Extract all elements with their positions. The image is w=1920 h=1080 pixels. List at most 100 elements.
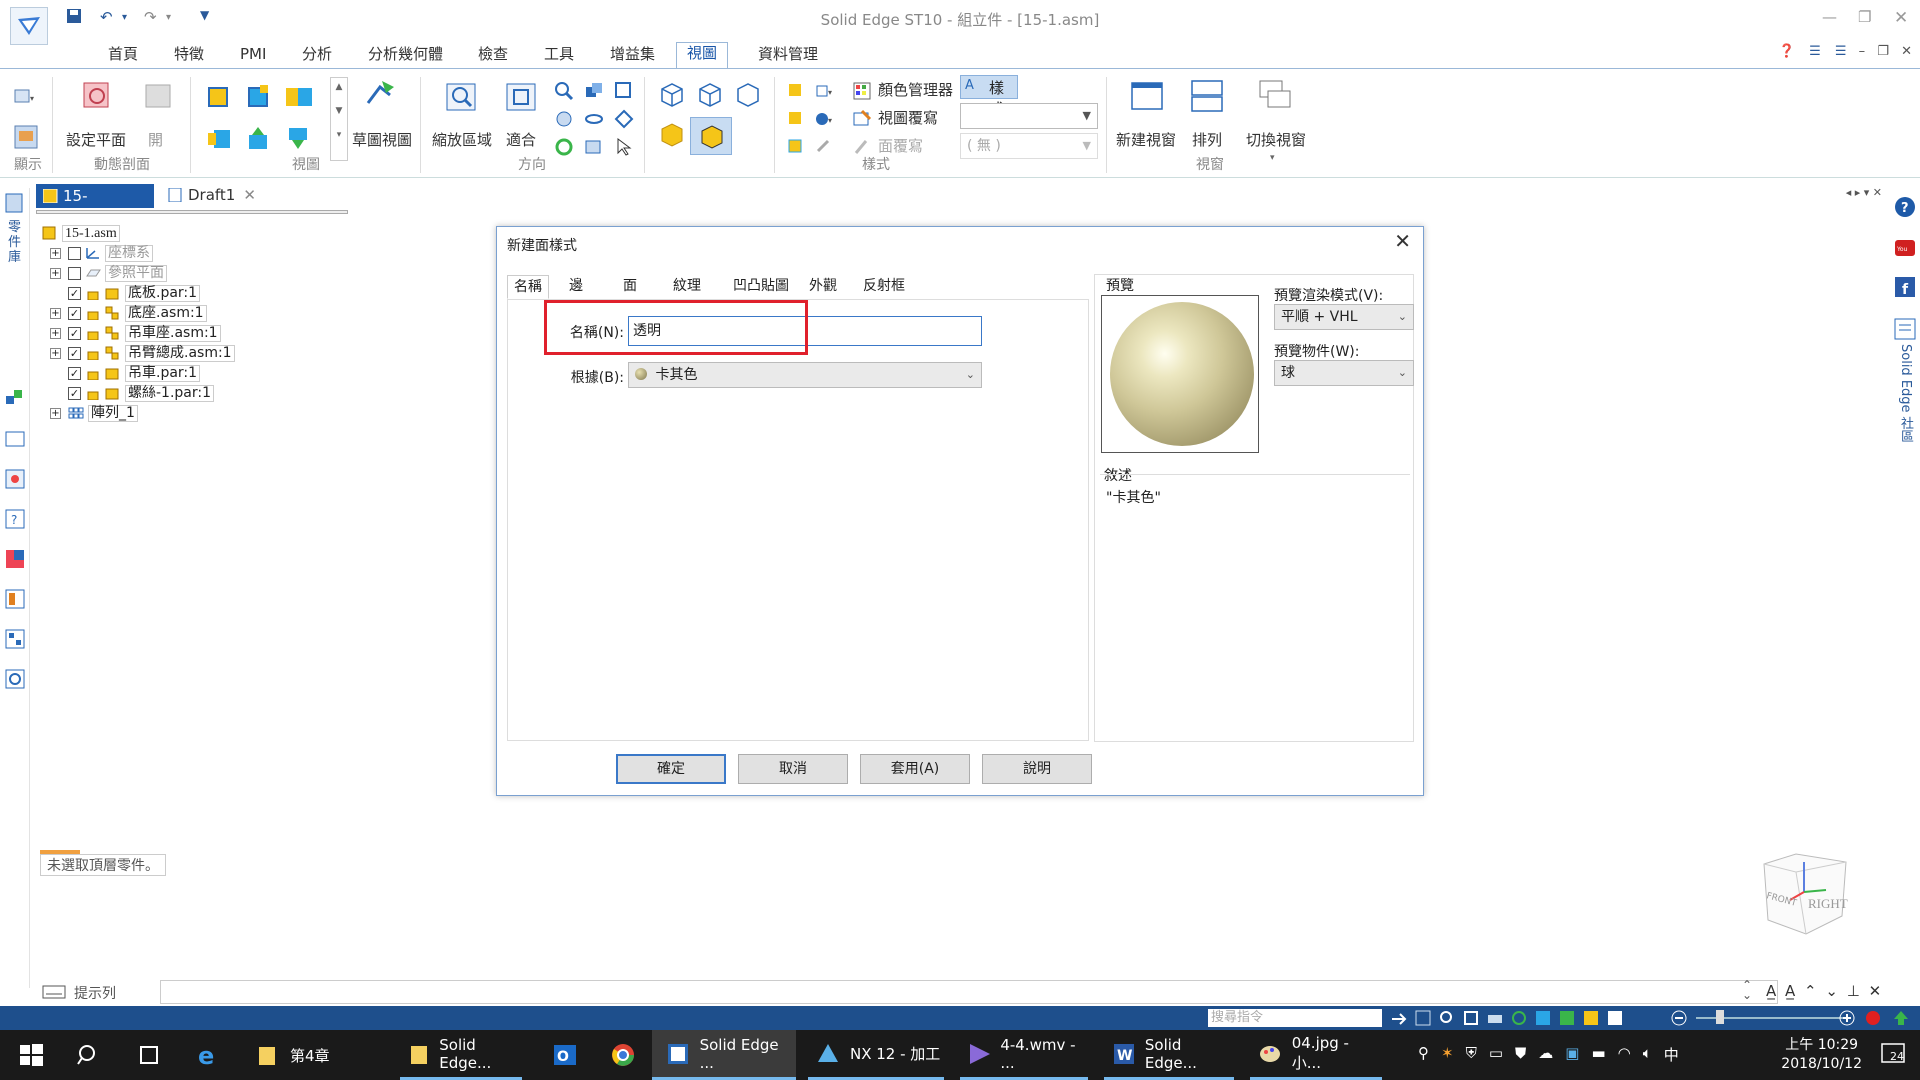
dialog-tab-name[interactable]: 名稱	[507, 275, 549, 299]
views-status-icon[interactable]	[1534, 1009, 1552, 1027]
taskbar-app-explorer[interactable]: 第4章	[248, 1030, 378, 1080]
dialog-tab-edges[interactable]: 邊	[563, 275, 589, 299]
sketch-view-button[interactable]: 草圖視圖	[352, 129, 412, 150]
arrange-button[interactable]: 排列	[1192, 129, 1222, 150]
family-of-assemblies-icon[interactable]	[4, 588, 26, 610]
record-icon[interactable]	[1864, 1009, 1882, 1027]
new-window-button[interactable]: 新建視窗	[1116, 129, 1176, 150]
tab-scroll-controls[interactable]: ◂ ▸ ▾ ✕	[1846, 186, 1882, 199]
expand-icon[interactable]: +	[50, 267, 61, 279]
tab-inspect[interactable]: 檢查	[472, 44, 514, 68]
prompt-bar-controls[interactable]: A̲ A̲ ⌃ ⌄ ⊥ ✕	[1766, 982, 1883, 1000]
view-front-icon[interactable]	[246, 83, 272, 109]
task-view-icon[interactable]	[136, 1042, 162, 1068]
tab-add-ins[interactable]: 增益集	[604, 44, 661, 68]
view-top-icon[interactable]	[206, 83, 232, 109]
facebook-icon[interactable]: f	[1894, 276, 1916, 298]
feature-library-icon[interactable]: ?	[4, 508, 26, 530]
look-at-face-icon[interactable]	[614, 109, 634, 129]
help-button[interactable]: 說明	[982, 754, 1092, 784]
view-style-icon[interactable]: ▾	[814, 81, 834, 101]
sensors-icon[interactable]	[4, 428, 26, 450]
onedrive-icon[interactable]: ☁	[1538, 1044, 1553, 1065]
switch-window-button[interactable]: 切換視窗	[1246, 129, 1306, 150]
edge-browser-icon[interactable]: e	[196, 1042, 222, 1068]
tree-root[interactable]: 15-1.asm	[42, 224, 120, 242]
tab-pmi[interactable]: PMI	[234, 44, 272, 68]
expand-icon[interactable]: +	[50, 307, 61, 319]
cancel-button[interactable]: 取消	[738, 754, 848, 784]
ok-button[interactable]: 確定	[616, 754, 726, 784]
section-status-icon[interactable]	[1606, 1009, 1624, 1027]
select-cursor-icon[interactable]	[614, 137, 634, 157]
shaded-visible-edges-button[interactable]	[690, 117, 732, 155]
zoom-status-icon[interactable]	[1438, 1009, 1456, 1027]
open-section-button[interactable]: 開	[148, 129, 163, 150]
shaded-with-edges-icon[interactable]	[658, 81, 686, 109]
doc-tab-assembly[interactable]: 15-1.asm ✕	[36, 184, 154, 227]
tab-analyze-geometry[interactable]: 分析幾何體	[362, 44, 449, 68]
visibility-checkbox[interactable]: ✓	[68, 286, 81, 300]
parts-library-tab[interactable]: 零件庫	[8, 220, 22, 265]
dialog-tab-bump-map[interactable]: 凹凸貼圖	[727, 275, 795, 299]
visible-edges-icon[interactable]	[696, 81, 724, 109]
new-window-icon[interactable]	[1130, 79, 1164, 113]
face-override-button[interactable]: 面覆寫	[878, 135, 923, 156]
zoom-area-icon[interactable]	[444, 81, 478, 115]
open-section-icon[interactable]	[142, 79, 176, 113]
render-mode-select[interactable]: 平順 + VHL ⌄	[1274, 304, 1414, 330]
help-circle-icon[interactable]: ?	[1894, 196, 1916, 218]
lighting-icon[interactable]	[786, 81, 806, 101]
zoom-slider-thumb[interactable]	[1716, 1010, 1724, 1024]
tray-monitor-icon[interactable]: ▭	[1489, 1044, 1503, 1065]
background-icon[interactable]	[786, 109, 806, 129]
save-view-icon[interactable]	[584, 137, 604, 157]
visibility-checkbox[interactable]	[68, 246, 81, 260]
dialog-tab-reflection-box[interactable]: 反射框	[857, 275, 911, 299]
display-mode-icon[interactable]	[14, 125, 38, 149]
fit-status-icon[interactable]	[1462, 1009, 1480, 1027]
windows-start-icon[interactable]	[18, 1042, 44, 1068]
based-on-select[interactable]: 卡其色 ⌄	[628, 362, 982, 388]
zoom-previous-icon[interactable]	[614, 81, 634, 101]
view-right-icon[interactable]	[284, 83, 314, 109]
view-left-icon[interactable]	[206, 125, 232, 151]
preview-object-select[interactable]: 球 ⌄	[1274, 360, 1414, 386]
zoom-area-button[interactable]: 縮放區域	[432, 129, 492, 150]
taskbar-app-nx[interactable]: NX 12 - 加工	[808, 1030, 944, 1080]
tray-security-icon[interactable]: ⛊	[1515, 1044, 1526, 1065]
arrow-icon[interactable]	[1390, 1009, 1408, 1027]
tree-item[interactable]: + ✓ 底座.asm:1	[50, 304, 207, 322]
wireframe-icon[interactable]	[734, 81, 762, 109]
upload-icon[interactable]	[1892, 1009, 1910, 1027]
tab-analysis[interactable]: 分析	[296, 44, 338, 68]
dialog-tab-texture[interactable]: 紋理	[667, 275, 707, 299]
notification-center-icon[interactable]: 24	[1880, 1042, 1910, 1068]
fit-button[interactable]: 適合	[506, 129, 536, 150]
system-clock[interactable]: 上午 10:29 2018/10/12	[1781, 1036, 1862, 1074]
youtube-icon[interactable]: You	[1894, 236, 1916, 258]
set-plane-icon[interactable]	[80, 79, 114, 113]
doc-restore-icon[interactable]: ❐	[1877, 44, 1889, 59]
battery-icon[interactable]: ▬	[1591, 1044, 1605, 1065]
close-icon[interactable]: ✕	[1894, 8, 1908, 28]
color-manager-button[interactable]: 顏色管理器	[878, 79, 953, 100]
visibility-checkbox[interactable]: ✓	[68, 366, 81, 380]
community-icon[interactable]	[1894, 318, 1916, 340]
view-override-button[interactable]: 視圖覆寫	[878, 107, 938, 128]
visibility-checkbox[interactable]: ✓	[68, 326, 81, 340]
expand-icon[interactable]: +	[50, 407, 61, 419]
command-search-input[interactable]: 搜尋指令	[1208, 1009, 1382, 1027]
tree-item[interactable]: + 陣列_1	[50, 404, 138, 422]
list-icon[interactable]: ☰	[1809, 44, 1821, 59]
visibility-checkbox[interactable]: ✓	[68, 306, 81, 320]
zoom-out-icon[interactable]	[1670, 1009, 1688, 1027]
zoom-area-status-icon[interactable]	[1414, 1009, 1432, 1027]
display-options-icon[interactable]: ▾	[14, 87, 34, 107]
doc-minimize-icon[interactable]: –	[1859, 44, 1866, 59]
arrange-icon[interactable]	[1190, 79, 1224, 113]
tray-blue-icon[interactable]: ▣	[1565, 1044, 1579, 1065]
solid-edge-community-tab[interactable]: Solid Edge 社區	[1896, 344, 1915, 443]
close-tab-icon[interactable]: ✕	[243, 186, 256, 204]
dialog-close-icon[interactable]: ✕	[1394, 229, 1411, 253]
